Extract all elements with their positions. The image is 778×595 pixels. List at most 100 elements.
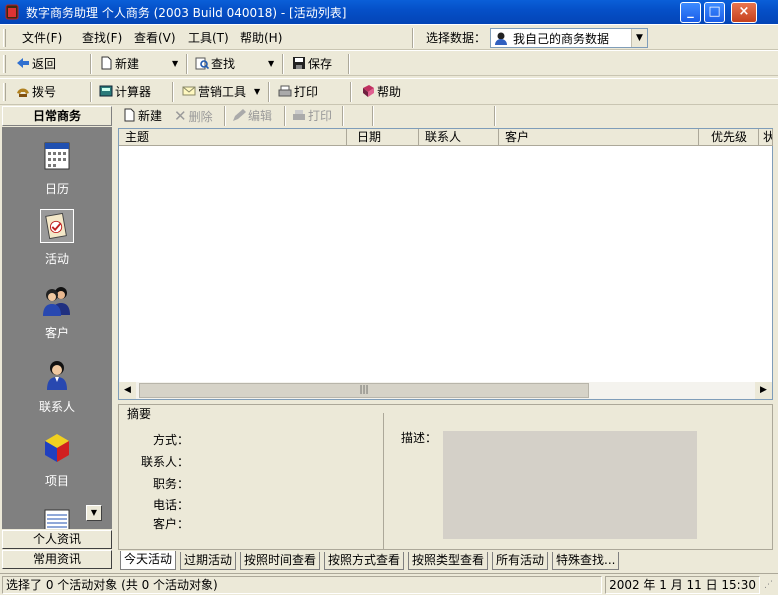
separator <box>372 106 374 126</box>
summary-panel: 摘要 方式： 联系人： 职务： 电话： 客户： 描述： <box>118 404 773 550</box>
maximize-button[interactable]: □ <box>704 2 725 23</box>
sidebar-personal-info-button[interactable]: 个人资讯 <box>2 530 112 549</box>
column-header-date-label: 日期 <box>357 130 382 144</box>
tab-by-time[interactable]: 按照时间查看 <box>240 552 321 570</box>
list-print-button[interactable]: 打印 <box>292 107 332 125</box>
list-delete-label: 删除 <box>188 110 213 124</box>
new-label: 新建 <box>115 57 140 71</box>
description-box[interactable] <box>443 431 697 539</box>
menu-view[interactable]: 查看(V) <box>134 29 176 47</box>
list-edit-button[interactable]: 编辑 <box>232 107 272 125</box>
window-title: 数字商务助理 个人商务 (2003 Build 040018) - [活动列表] <box>26 6 347 20</box>
menu-bar: 文件(F) 查找(F) 查看(V) 工具(T) 帮助(H) 选择数据： 我自己的… <box>0 24 778 50</box>
help-book-icon <box>363 85 374 97</box>
sidebar-common-info-button[interactable]: 常用资讯 <box>2 550 112 569</box>
resize-grip[interactable]: ⋰ <box>764 580 776 594</box>
status-date: 2002 年 1 月 11 日 15:30 <box>605 576 760 594</box>
sidebar-item-activity[interactable]: 活动 <box>2 209 112 267</box>
edit-icon <box>233 109 246 121</box>
sidebar-icon-panel: 日历 活动 客户 联系人 项目 ▼ <box>2 127 112 529</box>
project-icon <box>45 434 69 462</box>
sidebar-item-contact[interactable]: 联系人 <box>2 357 112 415</box>
chevron-down-icon[interactable]: ▼ <box>631 29 647 47</box>
calendar-icon <box>44 142 70 170</box>
minimize-button[interactable]: _ <box>680 2 701 23</box>
contact-icon <box>47 361 67 390</box>
separator <box>90 54 92 74</box>
toolbar-main: 返回 新建 ▼ 查找 ▼ 保存 <box>0 50 778 76</box>
list-print-label: 打印 <box>308 109 333 123</box>
dial-label: 拨号 <box>32 85 57 99</box>
new-document-icon <box>124 108 135 122</box>
sidebar-header[interactable]: 日常商务 <box>2 106 112 126</box>
menu-file[interactable]: 文件(F) <box>22 29 62 47</box>
save-icon <box>293 57 305 69</box>
tab-all[interactable]: 所有活动 <box>492 552 549 570</box>
menu-tools[interactable]: 工具(T) <box>188 29 229 47</box>
data-select[interactable]: 我自己的商务数据 ▼ <box>490 28 648 48</box>
sidebar-item-project[interactable]: 项目 <box>2 431 112 489</box>
horizontal-scrollbar[interactable]: ◀ ||| ▶ <box>119 382 772 399</box>
column-header-subject[interactable]: 主题 <box>119 129 347 146</box>
customers-icon <box>43 287 70 316</box>
menu-find[interactable]: 查找(F) <box>82 29 122 47</box>
sidebar-scroll-down-button[interactable]: ▼ <box>86 505 102 521</box>
tab-by-type[interactable]: 按照类型查看 <box>408 552 489 570</box>
sidebar-item-label: 日历 <box>44 182 69 196</box>
scroll-right-icon[interactable]: ▶ <box>755 382 772 399</box>
marketing-dropdown-icon[interactable]: ▼ <box>254 83 260 101</box>
column-header-status[interactable]: 状 <box>759 129 773 146</box>
column-header-customer[interactable]: 客户 <box>499 129 699 146</box>
sidebar-item-customers[interactable]: 客户 <box>2 283 112 341</box>
column-header-priority[interactable]: 优先级 <box>699 129 759 146</box>
list-new-button[interactable]: 新建 <box>122 107 162 125</box>
new-dropdown-icon[interactable]: ▼ <box>172 55 178 73</box>
column-header-date[interactable]: 日期 <box>347 129 419 146</box>
menu-grip[interactable] <box>3 29 6 47</box>
toolbar-grip <box>3 55 6 73</box>
scroll-left-icon[interactable]: ◀ <box>119 382 136 399</box>
save-label: 保存 <box>308 57 333 71</box>
status-bar: 选择了 0 个活动对象 (共 0 个活动对象) 2002 年 1 月 11 日 … <box>0 573 778 595</box>
help-button[interactable]: 帮助 <box>361 83 401 101</box>
tab-special-search[interactable]: 特殊查找... <box>552 552 620 570</box>
separator <box>172 82 174 102</box>
marketing-tools-button[interactable]: 营销工具 <box>182 83 246 101</box>
title-bar[interactable]: 数字商务助理 个人商务 (2003 Build 040018) - [活动列表]… <box>0 0 778 24</box>
sidebar-item-label: 活动 <box>44 252 69 266</box>
activity-list[interactable]: 主题 日期 联系人 客户 优先级 状 <box>118 128 773 400</box>
separator <box>284 106 286 126</box>
new-document-icon <box>101 56 112 70</box>
sidebar-item-label: 项目 <box>44 474 69 488</box>
dial-button[interactable]: 拨号 <box>16 83 56 101</box>
sidebar-item-calendar[interactable]: 日历 <box>2 139 112 197</box>
new-button[interactable]: 新建 <box>99 55 139 73</box>
toolbar-tools: 拨号 计算器 营销工具 ▼ 打印 帮助 <box>0 78 778 105</box>
separator <box>268 82 270 102</box>
calculator-button[interactable]: 计算器 <box>99 83 151 101</box>
field-position-label: 职务： <box>152 477 189 491</box>
scroll-thumb[interactable]: ||| <box>139 383 589 398</box>
close-button[interactable]: × <box>731 2 757 23</box>
save-button[interactable]: 保存 <box>292 55 332 73</box>
toolbar-grip <box>3 83 6 101</box>
marketing-label: 营销工具 <box>198 85 247 99</box>
list-toolbar: 新建 ✕ 删除 编辑 打印 <box>116 105 776 127</box>
back-arrow-icon <box>17 58 29 68</box>
separator <box>494 106 496 126</box>
print-button[interactable]: 打印 <box>278 83 318 101</box>
column-header-contact[interactable]: 联系人 <box>419 129 499 146</box>
menu-help[interactable]: 帮助(H) <box>240 29 282 47</box>
list-delete-button[interactable]: ✕ 删除 <box>174 107 213 125</box>
more-items-icon <box>44 509 70 529</box>
separator <box>224 106 226 126</box>
tab-overdue[interactable]: 过期活动 <box>180 552 237 570</box>
field-customer-label: 客户： <box>152 517 189 531</box>
find-button[interactable]: 查找 <box>195 55 235 73</box>
tab-by-method[interactable]: 按照方式查看 <box>324 552 405 570</box>
printer-icon <box>278 85 292 97</box>
tab-today[interactable]: 今天活动 <box>120 551 177 570</box>
back-label: 返回 <box>32 57 57 71</box>
back-button[interactable]: 返回 <box>16 55 56 73</box>
find-dropdown-icon[interactable]: ▼ <box>268 55 274 73</box>
